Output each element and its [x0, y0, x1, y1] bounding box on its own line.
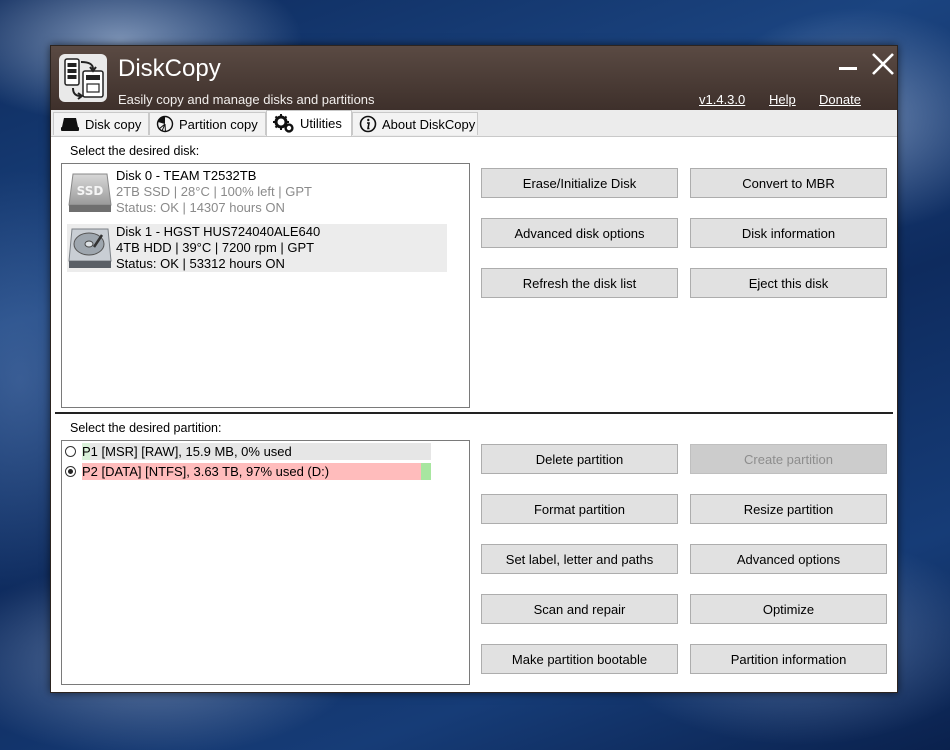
- close-icon: [872, 53, 894, 75]
- partition-label: P1 [MSR] [RAW], 15.9 MB, 0% used: [82, 444, 292, 459]
- svg-text:SSD: SSD: [77, 184, 104, 198]
- section-divider: [55, 412, 893, 414]
- close-button[interactable]: [868, 49, 898, 79]
- scan-and-repair-button[interactable]: Scan and repair: [481, 594, 678, 624]
- tab-label: About DiskCopy: [382, 116, 476, 132]
- optimize-button[interactable]: Optimize: [690, 594, 887, 624]
- free-fill: [421, 463, 431, 480]
- ssd-icon: SSD: [68, 173, 112, 212]
- tab-disk-copy[interactable]: Disk copy: [53, 112, 149, 135]
- version-link[interactable]: v1.4.3.0: [699, 92, 745, 107]
- eject-disk-button[interactable]: Eject this disk: [690, 268, 887, 298]
- refresh-disk-list-button[interactable]: Refresh the disk list: [481, 268, 678, 298]
- partition-usage-bar: P2 [DATA] [NTFS], 3.63 TB, 97% used (D:): [82, 463, 431, 480]
- gears-icon: [273, 113, 294, 133]
- partition-list[interactable]: P1 [MSR] [RAW], 15.9 MB, 0% used P2 [DAT…: [61, 440, 470, 685]
- make-partition-bootable-button[interactable]: Make partition bootable: [481, 644, 678, 674]
- tab-utilities[interactable]: Utilities: [266, 110, 352, 136]
- disk-item-1[interactable]: Disk 1 - HGST HUS724040ALE640 4TB HDD | …: [67, 224, 447, 272]
- app-title: DiskCopy: [118, 55, 221, 82]
- help-link[interactable]: Help: [769, 92, 796, 107]
- minimize-button[interactable]: [839, 67, 857, 70]
- format-partition-button[interactable]: Format partition: [481, 494, 678, 524]
- disk-section-label: Select the desired disk:: [70, 144, 200, 158]
- disk-details: 4TB HDD | 39°C | 7200 rpm | GPT: [116, 240, 315, 255]
- app-logo-icon: [59, 54, 107, 102]
- disk-information-button[interactable]: Disk information: [690, 218, 887, 248]
- set-label-letter-paths-button[interactable]: Set label, letter and paths: [481, 544, 678, 574]
- tab-strip: Disk copy Partition copy Utilities About…: [51, 110, 897, 137]
- resize-partition-button[interactable]: Resize partition: [690, 494, 887, 524]
- partition-item-0[interactable]: P1 [MSR] [RAW], 15.9 MB, 0% used: [65, 443, 431, 460]
- disk-status: Status: OK | 53312 hours ON: [116, 256, 285, 271]
- tab-partition-copy[interactable]: Partition copy: [149, 112, 266, 135]
- disk-list[interactable]: SSD Disk 0 - TEAM T2532TB 2TB SSD | 28°C…: [61, 163, 470, 408]
- advanced-options-button[interactable]: Advanced options: [690, 544, 887, 574]
- disk-name: Disk 0 - TEAM T2532TB: [116, 168, 257, 183]
- tab-about[interactable]: About DiskCopy: [352, 112, 478, 135]
- tab-label: Utilities: [300, 116, 342, 131]
- app-subtitle: Easily copy and manage disks and partiti…: [118, 92, 375, 107]
- erase-initialize-disk-button[interactable]: Erase/Initialize Disk: [481, 168, 678, 198]
- info-icon: [359, 115, 377, 133]
- partition-item-1[interactable]: P2 [DATA] [NTFS], 3.63 TB, 97% used (D:): [65, 463, 431, 480]
- delete-partition-button[interactable]: Delete partition: [481, 444, 678, 474]
- donate-link[interactable]: Donate: [819, 92, 861, 107]
- partition-pie-icon: [156, 115, 174, 133]
- hdd-icon: [68, 228, 112, 268]
- create-partition-button[interactable]: Create partition: [690, 444, 887, 474]
- partition-section-label: Select the desired partition:: [70, 421, 222, 435]
- partition-radio[interactable]: [65, 466, 76, 477]
- disk-name: Disk 1 - HGST HUS724040ALE640: [116, 224, 321, 239]
- advanced-disk-options-button[interactable]: Advanced disk options: [481, 218, 678, 248]
- tab-label: Disk copy: [85, 116, 142, 132]
- partition-information-button[interactable]: Partition information: [690, 644, 887, 674]
- disk-icon: [61, 118, 79, 131]
- disk-status: Status: OK | 14307 hours ON: [116, 200, 285, 215]
- diskcopy-window: DiskCopy Easily copy and manage disks an…: [50, 45, 898, 693]
- title-bar: DiskCopy Easily copy and manage disks an…: [51, 46, 897, 110]
- disk-details: 2TB SSD | 28°C | 100% left | GPT: [116, 184, 312, 199]
- disk-item-0[interactable]: SSD Disk 0 - TEAM T2532TB 2TB SSD | 28°C…: [67, 168, 447, 216]
- tab-label: Partition copy: [179, 116, 258, 132]
- partition-radio[interactable]: [65, 446, 76, 457]
- partition-usage-bar: P1 [MSR] [RAW], 15.9 MB, 0% used: [82, 443, 431, 460]
- partition-label: P2 [DATA] [NTFS], 3.63 TB, 97% used (D:): [82, 464, 330, 479]
- convert-to-mbr-button[interactable]: Convert to MBR: [690, 168, 887, 198]
